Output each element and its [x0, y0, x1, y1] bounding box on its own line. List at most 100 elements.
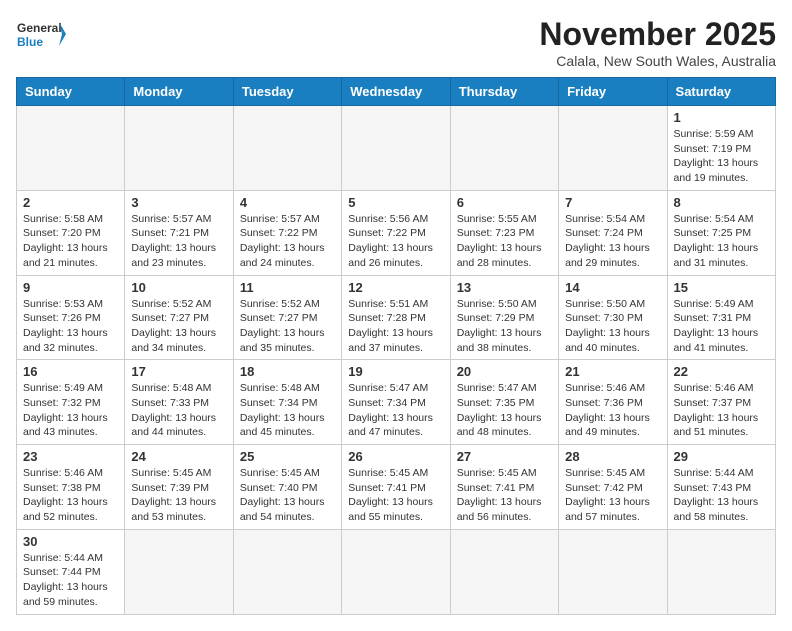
calendar-cell-w5d3	[342, 529, 450, 614]
day-number: 4	[240, 195, 335, 210]
day-info: Sunrise: 5:57 AM Sunset: 7:21 PM Dayligh…	[131, 212, 226, 271]
day-number: 22	[674, 364, 769, 379]
calendar: SundayMondayTuesdayWednesdayThursdayFrid…	[16, 77, 776, 615]
logo-svg: General Blue	[16, 16, 66, 60]
day-number: 10	[131, 280, 226, 295]
day-info: Sunrise: 5:56 AM Sunset: 7:22 PM Dayligh…	[348, 212, 443, 271]
day-info: Sunrise: 5:52 AM Sunset: 7:27 PM Dayligh…	[240, 297, 335, 356]
day-number: 25	[240, 449, 335, 464]
calendar-cell-w1d4: 6 Sunrise: 5:55 AM Sunset: 7:23 PM Daylig…	[450, 190, 558, 275]
day-number: 30	[23, 534, 118, 549]
title-block: November 2025 Calala, New South Wales, A…	[539, 16, 776, 69]
day-info: Sunrise: 5:52 AM Sunset: 7:27 PM Dayligh…	[131, 297, 226, 356]
calendar-cell-w3d4: 20 Sunrise: 5:47 AM Sunset: 7:35 PM Dayli…	[450, 360, 558, 445]
day-number: 8	[674, 195, 769, 210]
day-number: 24	[131, 449, 226, 464]
weekday-header-row: SundayMondayTuesdayWednesdayThursdayFrid…	[17, 78, 776, 106]
day-number: 1	[674, 110, 769, 125]
week-row-4: 23Sunrise: 5:46 AM Sunset: 7:38 PM Dayli…	[17, 445, 776, 530]
day-info: Sunrise: 5:49 AM Sunset: 7:32 PM Dayligh…	[23, 381, 118, 440]
calendar-cell-w5d2	[233, 529, 341, 614]
week-row-0: 1 Sunrise: 5:59 AM Sunset: 7:19 PM Daylig…	[17, 106, 776, 191]
day-info: Sunrise: 5:46 AM Sunset: 7:38 PM Dayligh…	[23, 466, 118, 525]
day-info: Sunrise: 5:44 AM Sunset: 7:43 PM Dayligh…	[674, 466, 769, 525]
day-info: Sunrise: 5:58 AM Sunset: 7:20 PM Dayligh…	[23, 212, 118, 271]
day-number: 20	[457, 364, 552, 379]
calendar-cell-w2d5: 14Sunrise: 5:50 AM Sunset: 7:30 PM Dayli…	[559, 275, 667, 360]
day-info: Sunrise: 5:46 AM Sunset: 7:37 PM Dayligh…	[674, 381, 769, 440]
day-number: 7	[565, 195, 660, 210]
calendar-cell-w3d5: 21Sunrise: 5:46 AM Sunset: 7:36 PM Dayli…	[559, 360, 667, 445]
calendar-cell-w4d4: 27Sunrise: 5:45 AM Sunset: 7:41 PM Dayli…	[450, 445, 558, 530]
day-info: Sunrise: 5:55 AM Sunset: 7:23 PM Dayligh…	[457, 212, 552, 271]
day-info: Sunrise: 5:47 AM Sunset: 7:34 PM Dayligh…	[348, 381, 443, 440]
calendar-cell-w2d0: 9Sunrise: 5:53 AM Sunset: 7:26 PM Daylig…	[17, 275, 125, 360]
calendar-cell-w1d2: 4 Sunrise: 5:57 AM Sunset: 7:22 PM Daylig…	[233, 190, 341, 275]
day-info: Sunrise: 5:50 AM Sunset: 7:29 PM Dayligh…	[457, 297, 552, 356]
calendar-cell-w0d4	[450, 106, 558, 191]
weekday-header-tuesday: Tuesday	[233, 78, 341, 106]
calendar-cell-w4d5: 28 Sunrise: 5:45 AM Sunset: 7:42 PM Dayli…	[559, 445, 667, 530]
calendar-cell-w0d5	[559, 106, 667, 191]
day-info: Sunrise: 5:49 AM Sunset: 7:31 PM Dayligh…	[674, 297, 769, 356]
day-number: 28	[565, 449, 660, 464]
week-row-3: 16 Sunrise: 5:49 AM Sunset: 7:32 PM Dayli…	[17, 360, 776, 445]
day-info: Sunrise: 5:54 AM Sunset: 7:25 PM Dayligh…	[674, 212, 769, 271]
calendar-cell-w2d1: 10 Sunrise: 5:52 AM Sunset: 7:27 PM Dayli…	[125, 275, 233, 360]
calendar-cell-w3d6: 22 Sunrise: 5:46 AM Sunset: 7:37 PM Dayli…	[667, 360, 775, 445]
day-number: 18	[240, 364, 335, 379]
month-title: November 2025	[539, 16, 776, 53]
day-info: Sunrise: 5:45 AM Sunset: 7:39 PM Dayligh…	[131, 466, 226, 525]
day-info: Sunrise: 5:44 AM Sunset: 7:44 PM Dayligh…	[23, 551, 118, 610]
logo: General Blue	[16, 16, 66, 65]
day-number: 27	[457, 449, 552, 464]
calendar-cell-w4d1: 24 Sunrise: 5:45 AM Sunset: 7:39 PM Dayli…	[125, 445, 233, 530]
day-number: 11	[240, 280, 335, 295]
calendar-cell-w0d1	[125, 106, 233, 191]
calendar-cell-w4d6: 29Sunrise: 5:44 AM Sunset: 7:43 PM Dayli…	[667, 445, 775, 530]
day-info: Sunrise: 5:54 AM Sunset: 7:24 PM Dayligh…	[565, 212, 660, 271]
day-info: Sunrise: 5:45 AM Sunset: 7:41 PM Dayligh…	[348, 466, 443, 525]
calendar-cell-w2d4: 13 Sunrise: 5:50 AM Sunset: 7:29 PM Dayli…	[450, 275, 558, 360]
day-info: Sunrise: 5:45 AM Sunset: 7:42 PM Dayligh…	[565, 466, 660, 525]
week-row-2: 9Sunrise: 5:53 AM Sunset: 7:26 PM Daylig…	[17, 275, 776, 360]
day-number: 15	[674, 280, 769, 295]
calendar-cell-w0d3	[342, 106, 450, 191]
calendar-cell-w2d3: 12 Sunrise: 5:51 AM Sunset: 7:28 PM Dayli…	[342, 275, 450, 360]
day-info: Sunrise: 5:57 AM Sunset: 7:22 PM Dayligh…	[240, 212, 335, 271]
day-number: 16	[23, 364, 118, 379]
page-header: General Blue November 2025 Calala, New S…	[16, 16, 776, 69]
day-info: Sunrise: 5:59 AM Sunset: 7:19 PM Dayligh…	[674, 127, 769, 186]
calendar-cell-w2d6: 15 Sunrise: 5:49 AM Sunset: 7:31 PM Dayli…	[667, 275, 775, 360]
calendar-cell-w5d5	[559, 529, 667, 614]
day-info: Sunrise: 5:47 AM Sunset: 7:35 PM Dayligh…	[457, 381, 552, 440]
calendar-cell-w1d5: 7 Sunrise: 5:54 AM Sunset: 7:24 PM Daylig…	[559, 190, 667, 275]
calendar-cell-w5d1	[125, 529, 233, 614]
weekday-header-friday: Friday	[559, 78, 667, 106]
calendar-cell-w5d6	[667, 529, 775, 614]
day-number: 13	[457, 280, 552, 295]
day-number: 26	[348, 449, 443, 464]
calendar-cell-w1d6: 8 Sunrise: 5:54 AM Sunset: 7:25 PM Daylig…	[667, 190, 775, 275]
day-info: Sunrise: 5:51 AM Sunset: 7:28 PM Dayligh…	[348, 297, 443, 356]
day-number: 3	[131, 195, 226, 210]
week-row-1: 2Sunrise: 5:58 AM Sunset: 7:20 PM Daylig…	[17, 190, 776, 275]
day-number: 21	[565, 364, 660, 379]
location: Calala, New South Wales, Australia	[539, 53, 776, 69]
day-number: 12	[348, 280, 443, 295]
day-number: 17	[131, 364, 226, 379]
weekday-header-thursday: Thursday	[450, 78, 558, 106]
day-number: 19	[348, 364, 443, 379]
svg-text:Blue: Blue	[17, 35, 43, 49]
day-number: 9	[23, 280, 118, 295]
calendar-cell-w0d2	[233, 106, 341, 191]
week-row-5: 30 Sunrise: 5:44 AM Sunset: 7:44 PM Dayli…	[17, 529, 776, 614]
day-info: Sunrise: 5:48 AM Sunset: 7:33 PM Dayligh…	[131, 381, 226, 440]
day-info: Sunrise: 5:45 AM Sunset: 7:40 PM Dayligh…	[240, 466, 335, 525]
calendar-cell-w3d3: 19 Sunrise: 5:47 AM Sunset: 7:34 PM Dayli…	[342, 360, 450, 445]
calendar-cell-w3d0: 16 Sunrise: 5:49 AM Sunset: 7:32 PM Dayli…	[17, 360, 125, 445]
day-info: Sunrise: 5:48 AM Sunset: 7:34 PM Dayligh…	[240, 381, 335, 440]
day-number: 6	[457, 195, 552, 210]
calendar-cell-w0d6: 1 Sunrise: 5:59 AM Sunset: 7:19 PM Daylig…	[667, 106, 775, 191]
weekday-header-sunday: Sunday	[17, 78, 125, 106]
